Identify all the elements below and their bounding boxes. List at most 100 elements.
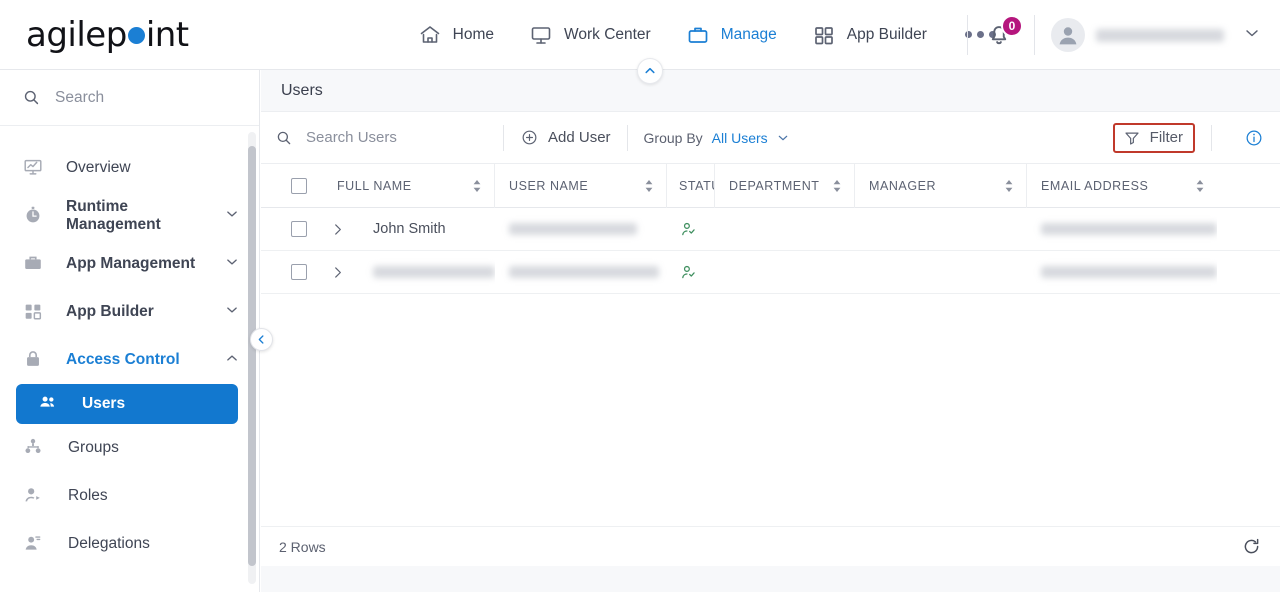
sort-icon-manager[interactable]	[1004, 179, 1014, 192]
table-empty-space	[261, 294, 1280, 513]
row-select-cell	[275, 208, 323, 251]
sort-icon-email-address[interactable]	[1195, 179, 1205, 192]
user-name-redacted	[509, 266, 659, 278]
user-check-icon	[682, 222, 695, 235]
sort-icon-user-name[interactable]	[644, 179, 654, 192]
cell-user-name	[495, 251, 667, 294]
group-by-chevron-down-icon[interactable]	[775, 130, 791, 146]
sidebar-scrollbar[interactable]	[248, 132, 256, 584]
select-all-checkbox[interactable]	[291, 177, 307, 194]
cell-department	[715, 251, 855, 294]
top-bar-right: 0	[951, 0, 1262, 70]
notifications-button[interactable]: 0	[984, 15, 1023, 52]
sidebar-item-delegations[interactable]: Delegations	[0, 520, 259, 568]
chevron-down-icon[interactable]	[223, 205, 241, 228]
sidebar-search-input[interactable]: Search	[0, 70, 259, 126]
column-label-user-name: USER NAME	[509, 178, 589, 193]
row-expand-button[interactable]	[323, 208, 359, 251]
delegation-user-icon	[22, 532, 46, 556]
logo-text-left: agilep	[26, 14, 127, 55]
nav-item-app-builder[interactable]: App Builder	[811, 23, 927, 47]
lock-icon	[22, 348, 46, 372]
sidebar-label-app-management: App Management	[66, 255, 196, 272]
bottom-strip	[261, 566, 1280, 592]
sidebar-item-app-builder[interactable]: App Builder	[0, 288, 259, 336]
row-checkbox[interactable]	[291, 221, 307, 237]
sidebar-item-access-control[interactable]: Access Control	[0, 336, 259, 384]
main-navigation: Home Work Center Manage App Builder	[417, 23, 996, 47]
collapse-header-button[interactable]	[637, 58, 663, 84]
column-header-manager[interactable]: MANAGER	[855, 163, 1027, 208]
search-users-input[interactable]: Search Users	[275, 129, 487, 147]
column-header-user-name[interactable]: USER NAME	[495, 163, 667, 208]
nav-item-manage[interactable]: Manage	[685, 23, 777, 47]
add-user-label: Add User	[548, 129, 611, 146]
cell-department	[715, 208, 855, 251]
sort-icon-department[interactable]	[832, 179, 842, 192]
sidebar-item-roles[interactable]: Roles	[0, 472, 259, 520]
sort-icon-full-name[interactable]	[472, 179, 482, 192]
row-checkbox[interactable]	[291, 264, 307, 280]
filter-button[interactable]: Filter	[1123, 129, 1183, 147]
search-users-placeholder: Search Users	[306, 129, 397, 146]
logo-dot-icon	[127, 27, 145, 44]
sidebar-item-runtime-management[interactable]: Runtime Management	[0, 192, 259, 240]
column-header-department[interactable]: DEPARTMENT	[715, 163, 855, 208]
chevron-right-icon	[335, 266, 341, 278]
row-select-cell	[275, 251, 323, 294]
nav-label-home: Home	[452, 25, 494, 43]
search-icon	[277, 131, 291, 144]
chevron-left-icon	[258, 335, 264, 344]
collapse-sidebar-button[interactable]	[250, 328, 273, 351]
logo-text-right: int	[145, 14, 189, 55]
cell-full-name: John Smith	[373, 221, 446, 237]
avatar[interactable]	[1051, 18, 1085, 52]
user-name-redacted	[1096, 28, 1224, 42]
home-icon	[417, 23, 443, 47]
info-circle-icon	[1246, 130, 1262, 145]
sidebar-item-app-management[interactable]: App Management	[0, 240, 259, 288]
table-footer: 2 Rows	[261, 526, 1280, 566]
main-content: Users Search Users Add User Group By All…	[261, 58, 1280, 592]
row-expand-button[interactable]	[323, 251, 359, 294]
divider	[626, 124, 628, 151]
group-by-value[interactable]: All Users	[712, 130, 768, 146]
email-redacted	[1041, 266, 1217, 278]
filter-funnel-icon	[1125, 132, 1139, 145]
briefcase-icon	[22, 252, 46, 276]
sidebar-label-groups: Groups	[68, 439, 119, 456]
sidebar-item-groups[interactable]: Groups	[0, 424, 259, 472]
column-header-full-name[interactable]: FULL NAME	[323, 163, 495, 208]
user-name-redacted	[509, 223, 637, 235]
sidebar-scrollbar-thumb[interactable]	[248, 146, 256, 566]
chevron-right-icon	[335, 223, 341, 235]
info-icon[interactable]	[1244, 128, 1264, 148]
cell-status	[667, 251, 715, 294]
sidebar-item-users[interactable]: Users	[16, 384, 238, 424]
table-row[interactable]: John Smith	[261, 208, 1280, 251]
chevron-down-icon[interactable]	[223, 301, 241, 324]
notification-badge: 0	[1001, 15, 1023, 37]
sidebar-label-delegations: Delegations	[68, 535, 150, 552]
nav-item-home[interactable]: Home	[417, 23, 494, 47]
agilepoint-logo[interactable]: agilep int	[26, 15, 189, 55]
user-avatar-icon	[1059, 27, 1077, 45]
table-row[interactable]	[261, 251, 1280, 294]
chevron-down-icon[interactable]	[223, 253, 241, 276]
add-user-button[interactable]: Add User	[520, 128, 611, 147]
filter-highlight-box: Filter	[1112, 122, 1195, 153]
sidebar-label-users: Users	[82, 395, 126, 412]
chevron-up-icon[interactable]	[223, 349, 241, 372]
sidebar: Search Overview Runtime Management App M…	[0, 70, 260, 592]
column-label-status: STATUS	[679, 178, 714, 193]
sidebar-menu: Overview Runtime Management App Manageme…	[0, 126, 259, 568]
user-menu-chevron-down-icon[interactable]	[1242, 23, 1262, 48]
page-header: Users	[261, 70, 1280, 112]
sidebar-item-overview[interactable]: Overview	[0, 144, 259, 192]
refresh-button[interactable]	[1241, 536, 1262, 557]
app-root: agilep int Home Work Center Manage App B…	[0, 0, 1280, 592]
nav-item-work-center[interactable]: Work Center	[528, 23, 651, 47]
role-user-icon	[22, 484, 46, 508]
column-header-status[interactable]: STATUS	[667, 163, 715, 208]
column-header-email-address[interactable]: EMAIL ADDRESS	[1027, 164, 1217, 208]
